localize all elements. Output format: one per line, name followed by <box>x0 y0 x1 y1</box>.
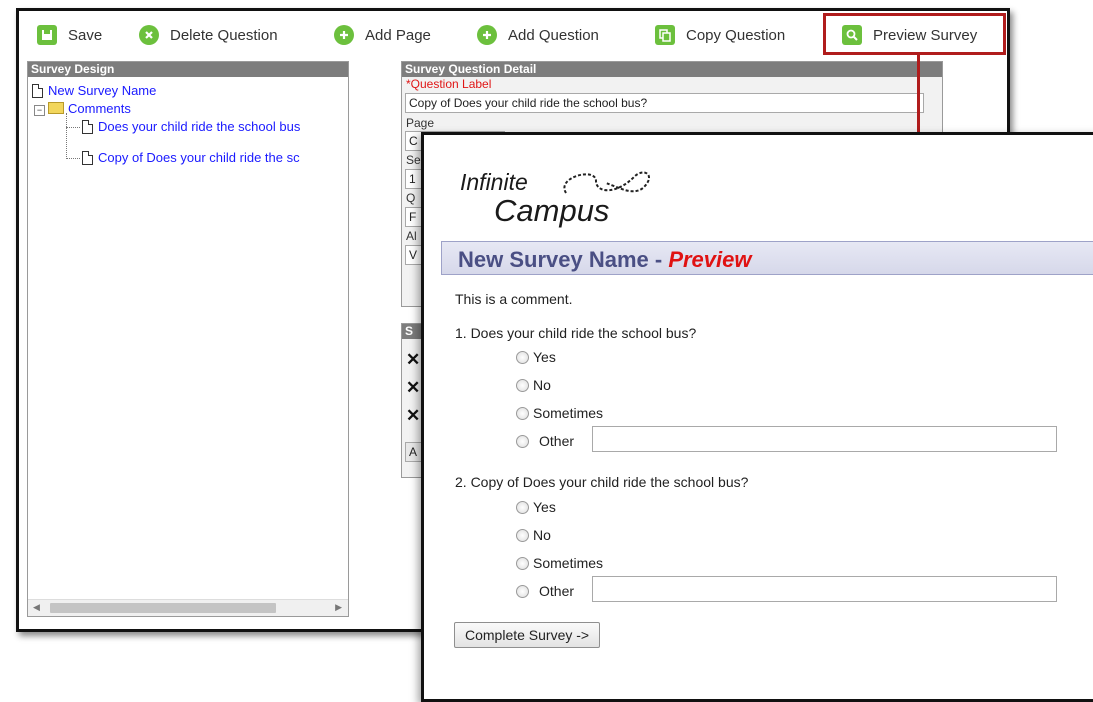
q2-option-no[interactable]: No <box>516 527 551 543</box>
survey-design-header: Survey Design <box>28 62 348 77</box>
save-button[interactable]: Save <box>37 21 102 49</box>
delete-question-label: Delete Question <box>170 26 278 44</box>
horizontal-scrollbar[interactable]: ◀ ▶ <box>28 599 348 616</box>
logo-text-infinite: Infinite <box>460 169 528 195</box>
tree-item-question-1[interactable]: Does your child ride the school bus <box>82 119 300 135</box>
option-label: Yes <box>533 499 556 515</box>
folder-icon <box>48 102 64 114</box>
logo-swoosh-icon <box>563 171 650 194</box>
tree-connector <box>66 158 80 159</box>
copy-icon <box>655 25 675 45</box>
tree-item-question-2[interactable]: Copy of Does your child ride the sc <box>82 150 300 166</box>
remove-icon[interactable]: ✕ <box>406 378 420 398</box>
page-caption: Page <box>406 116 435 130</box>
delete-icon <box>139 25 159 45</box>
add-page-label: Add Page <box>365 26 431 44</box>
document-icon <box>32 84 43 98</box>
preview-highlight-box <box>823 13 1006 55</box>
document-icon <box>82 151 93 165</box>
add-question-label: Add Question <box>508 26 599 44</box>
tree-question-label: Does your child ride the school bus <box>98 119 301 134</box>
document-icon <box>82 120 93 134</box>
question-label-caption: *Question Label <box>406 77 492 91</box>
add-page-button[interactable]: Add Page <box>334 21 431 49</box>
tree-connector <box>66 127 80 128</box>
add-question-button[interactable]: Add Question <box>477 21 599 49</box>
option-label: No <box>533 377 551 393</box>
radio-button[interactable] <box>516 584 529 598</box>
question-detail-header: Survey Question Detail <box>402 62 942 77</box>
survey-name: New Survey Name - <box>458 247 669 272</box>
q1-option-no[interactable]: No <box>516 377 551 393</box>
option-label: Other <box>539 433 575 449</box>
remove-icon[interactable]: ✕ <box>406 350 420 370</box>
plus-icon <box>477 25 497 45</box>
scroll-right-icon[interactable]: ▶ <box>335 602 342 613</box>
q-caption: Q <box>406 191 416 205</box>
copy-question-button[interactable]: Copy Question <box>655 21 785 49</box>
survey-design-panel: Survey Design New Survey Name − Comments … <box>27 61 349 617</box>
option-label: Sometimes <box>533 555 604 571</box>
option-label: Sometimes <box>533 405 604 421</box>
q2-option-sometimes[interactable]: Sometimes <box>516 555 603 571</box>
save-icon <box>37 25 57 45</box>
toolbar: Save Delete Question Add Page Add Questi… <box>19 11 1007 57</box>
tree-question-label: Copy of Does your child ride the sc <box>98 150 300 165</box>
question-1-text: 1. Does your child ride the school bus? <box>455 325 697 341</box>
preview-label: Preview <box>668 247 752 272</box>
complete-survey-button[interactable]: Complete Survey -> <box>454 622 601 648</box>
scroll-left-icon[interactable]: ◀ <box>33 602 40 613</box>
radio-button[interactable] <box>516 350 529 364</box>
question-label-input[interactable]: Copy of Does your child ride the school … <box>405 93 924 113</box>
radio-button[interactable] <box>516 434 529 448</box>
q2-option-other[interactable]: Other <box>516 583 574 599</box>
preview-title-bar: New Survey Name - Preview <box>441 241 1093 275</box>
question-2-text: 2. Copy of Does your child ride the scho… <box>455 474 749 490</box>
survey-preview-window: Infinite Campus New Survey Name - Previe… <box>421 132 1093 702</box>
collapse-icon[interactable]: − <box>34 105 45 116</box>
tree-item-root[interactable]: New Survey Name <box>32 83 156 99</box>
q2-other-input[interactable] <box>592 576 1057 602</box>
al-caption: Al <box>406 229 417 243</box>
option-label: Other <box>539 583 575 599</box>
tree-item-comments[interactable]: − Comments <box>34 101 131 117</box>
delete-question-button[interactable]: Delete Question <box>139 21 278 49</box>
radio-button[interactable] <box>516 378 529 392</box>
q1-option-other[interactable]: Other <box>516 433 574 449</box>
q2-option-yes[interactable]: Yes <box>516 499 556 515</box>
radio-button[interactable] <box>516 500 529 514</box>
copy-question-label: Copy Question <box>686 26 786 44</box>
se-caption: Se <box>406 153 421 167</box>
comment-text: This is a comment. <box>455 291 573 307</box>
radio-button[interactable] <box>516 556 529 570</box>
q1-other-input[interactable] <box>592 426 1057 452</box>
remove-icon[interactable]: ✕ <box>406 406 420 426</box>
tree-connector <box>66 113 67 159</box>
tree-folder-label: Comments <box>68 101 131 116</box>
q1-option-yes[interactable]: Yes <box>516 349 556 365</box>
plus-icon <box>334 25 354 45</box>
infinite-campus-logo: Infinite Campus <box>460 163 680 235</box>
tree-root-label: New Survey Name <box>48 83 157 98</box>
radio-button[interactable] <box>516 406 529 420</box>
radio-button[interactable] <box>516 528 529 542</box>
q1-option-sometimes[interactable]: Sometimes <box>516 405 603 421</box>
scrollbar-thumb[interactable] <box>50 603 276 613</box>
save-label: Save <box>68 26 103 44</box>
preview-title: New Survey Name - Preview <box>458 247 751 273</box>
option-label: No <box>533 527 551 543</box>
option-label: Yes <box>533 349 556 365</box>
